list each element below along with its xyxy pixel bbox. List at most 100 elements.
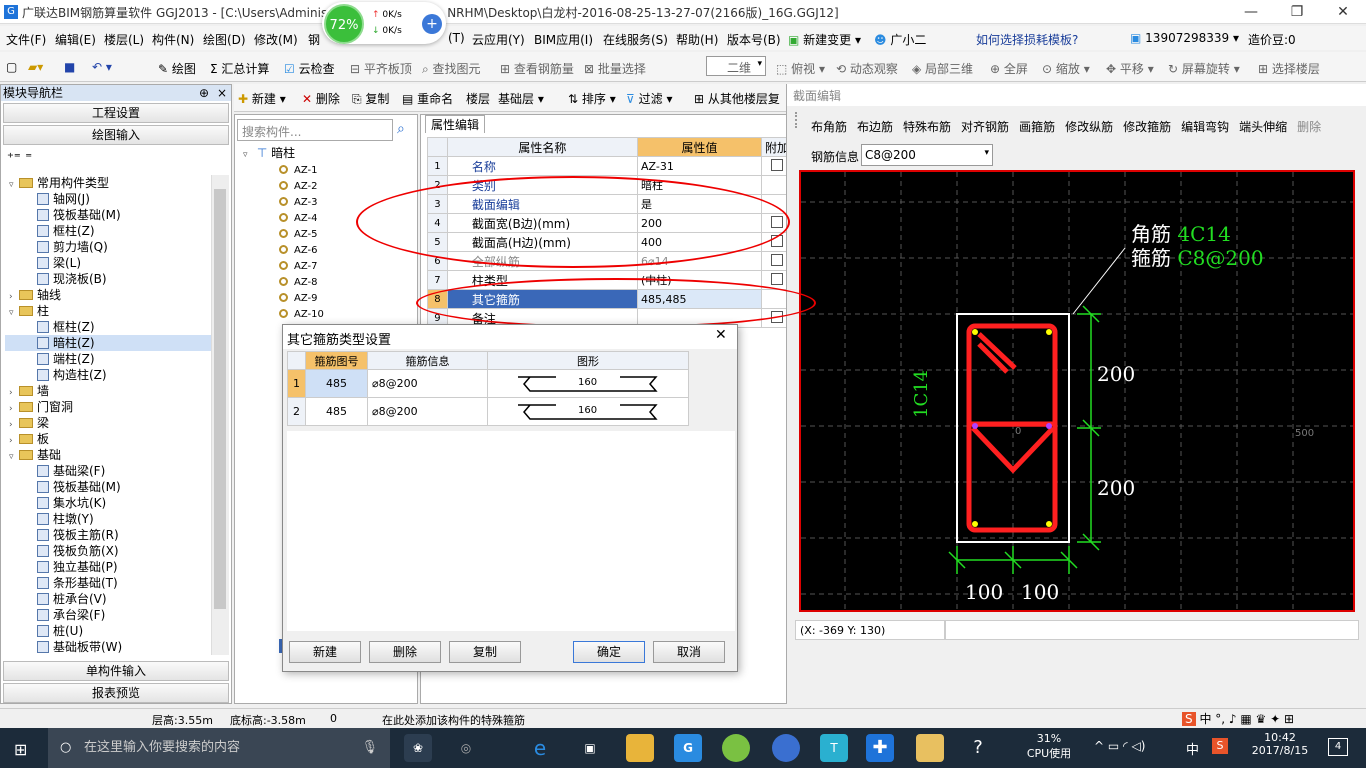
tree-leaf[interactable]: 框柱(Z) <box>5 319 211 335</box>
tip-link[interactable]: 如何选择损耗模板? <box>976 31 1078 48</box>
add-checkbox[interactable] <box>770 253 783 266</box>
app-green-icon[interactable] <box>722 734 750 762</box>
tree-folder[interactable]: › 轴线 <box>5 287 211 303</box>
rename-button[interactable]: ▤ 重命名 <box>402 90 453 107</box>
tree-leaf[interactable]: 独立基础(P) <box>5 559 211 575</box>
component-list-item[interactable]: AZ-10 <box>279 307 399 323</box>
tree-folder[interactable]: › 板 <box>5 431 211 447</box>
new-change-button[interactable]: ▣ 新建变更 ▾ <box>788 31 861 48</box>
pan-button[interactable]: ✥ 平移 ▾ <box>1106 60 1154 77</box>
view-mode-select[interactable]: 二维 ▾ <box>706 56 766 76</box>
stirrup-row[interactable]: 1 485 ⌀8@200 160 <box>287 369 689 398</box>
menu-online[interactable]: 在线服务(S) <box>603 31 668 48</box>
drawing-input-button[interactable]: 绘图输入 <box>3 125 229 145</box>
dynamic-view-button[interactable]: ⟲ 动态观察 <box>836 60 898 77</box>
dialog-close-button[interactable]: ✕ <box>715 327 727 343</box>
close-icon[interactable]: × <box>217 85 227 101</box>
sum-button[interactable]: Σ 汇总计算 <box>210 60 269 77</box>
zoom-button[interactable]: ⊙ 缩放 ▾ <box>1042 60 1090 77</box>
help-app-icon[interactable]: ? <box>964 734 992 762</box>
copy-from-floor-button[interactable]: ⊞ 从其他楼层复 <box>694 90 780 107</box>
component-list-item[interactable]: AZ-6 <box>279 243 399 259</box>
local-3d-button[interactable]: ◈ 局部三维 <box>912 60 973 77</box>
section-tool-button[interactable]: 修改纵筋 <box>1065 120 1113 134</box>
menu-draw[interactable]: 绘图(D) <box>203 31 246 48</box>
helper-button[interactable]: ☻ 广小二 <box>874 31 926 48</box>
add-checkbox[interactable] <box>770 158 783 171</box>
ime-indicator[interactable]: 中 <box>1186 739 1199 758</box>
tree-leaf[interactable]: 基础梁(F) <box>5 463 211 479</box>
open-folder-icon[interactable]: ▰▾ <box>28 60 43 74</box>
filter-button[interactable]: ⊽ 过滤 ▾ <box>626 90 672 107</box>
rotate-button[interactable]: ↻ 屏幕旋转 ▾ <box>1168 60 1240 77</box>
menu-bim[interactable]: BIM应用(I) <box>534 31 593 48</box>
explorer-icon[interactable] <box>626 734 654 762</box>
draw-button[interactable]: ✎ 绘图 <box>158 60 196 77</box>
store-icon[interactable]: ▣ <box>576 734 604 762</box>
tree-leaf[interactable]: 承台梁(F) <box>5 607 211 623</box>
menu-help[interactable]: 帮助(H) <box>676 31 718 48</box>
copy-component-button[interactable]: ⎘ 复制 <box>352 90 389 107</box>
stirrup-number[interactable]: 485 <box>305 369 368 398</box>
tree-folder[interactable]: ▿ 柱 <box>5 303 211 319</box>
list-root[interactable]: ▿ ⊤ 暗柱 <box>243 145 295 161</box>
taskbar-search[interactable]: ○ 在这里输入你要搜索的内容 🎙 <box>48 728 390 768</box>
notes-icon[interactable] <box>916 734 944 762</box>
cloud-check-button[interactable]: ☑ 云检查 <box>284 60 335 77</box>
component-list-item[interactable]: AZ-2 <box>279 179 399 195</box>
dialog-cancel-button[interactable]: 取消 <box>653 641 725 663</box>
select-floor-button[interactable]: ⊞ 选择楼层 <box>1258 60 1320 77</box>
tree-leaf[interactable]: 筏板基础(M) <box>5 207 211 223</box>
tree-leaf[interactable]: 集水坑(K) <box>5 495 211 511</box>
app-teal-icon[interactable]: T <box>820 734 848 762</box>
menu-cloud[interactable]: 云应用(Y) <box>472 31 525 48</box>
clock[interactable]: 10:42 2017/8/15 <box>1244 731 1316 757</box>
section-tool-button[interactable]: 布边筋 <box>857 120 893 134</box>
tree-leaf[interactable]: 筏板主筋(R) <box>5 527 211 543</box>
section-tool-button[interactable]: 特殊布筋 <box>903 120 951 134</box>
tree-folder[interactable]: › 门窗洞 <box>5 399 211 415</box>
tree-leaf[interactable]: 筏板基础(M) <box>5 479 211 495</box>
section-canvas[interactable]: 角筋 4C14 箍筋 C8@200 200 200 100 100 1C14 0… <box>799 170 1355 612</box>
tree-leaf[interactable]: 筏板负筋(X) <box>5 543 211 559</box>
fullscreen-button[interactable]: ⊕ 全屏 <box>990 60 1028 77</box>
section-tool-button[interactable]: 对齐钢筋 <box>961 120 1009 134</box>
app-blue-icon[interactable] <box>772 734 800 762</box>
component-list-item[interactable]: AZ-1 <box>279 163 399 179</box>
single-component-input-button[interactable]: 单构件输入 <box>3 661 229 681</box>
component-list-item[interactable]: AZ-7 <box>279 259 399 275</box>
tree-leaf[interactable]: 桩(U) <box>5 623 211 639</box>
expand-icon[interactable]: ▿ <box>9 305 19 321</box>
section-tool-button[interactable]: 端头伸缩 <box>1239 120 1287 134</box>
expand-collapse-icons[interactable]: ⁺⁼ ⁼ <box>7 151 32 166</box>
pin-icon[interactable]: ⊕ <box>199 85 209 101</box>
tree-scrollbar[interactable] <box>211 175 229 655</box>
windows-start-icon[interactable]: ⊞ <box>14 740 32 759</box>
tree-folder[interactable]: ▿ 基础 <box>5 447 211 463</box>
expand-icon[interactable]: ▿ <box>9 177 19 193</box>
property-row[interactable]: 1 名称 AZ-31 <box>427 156 794 176</box>
tree-leaf[interactable]: 端柱(Z) <box>5 351 211 367</box>
network-speed-widget[interactable]: 72% ↑ 0K/s ↓ 0K/s + <box>322 2 446 44</box>
flat-slab-button[interactable]: ⊟ 平齐板顶 <box>350 60 412 77</box>
boost-button[interactable]: + <box>422 14 442 34</box>
tree-leaf[interactable]: 暗柱(Z) <box>5 335 211 351</box>
view-rebar-button[interactable]: ⊞ 查看钢筋量 <box>500 60 574 77</box>
stirrup-row[interactable]: 2 485 ⌀8@200 160 <box>287 397 689 426</box>
section-tool-button[interactable]: 删除 <box>1297 120 1321 134</box>
dialog-new-button[interactable]: 新建 <box>289 641 361 663</box>
search-icon[interactable]: ⌕ <box>397 121 405 137</box>
tree-folder[interactable]: › 墙 <box>5 383 211 399</box>
sogou-tray-icon[interactable]: S <box>1212 738 1228 754</box>
new-component-button[interactable]: ✚ 新建 ▾ <box>238 90 286 107</box>
rebar-info-select[interactable]: C8@200 ▾ <box>861 144 993 166</box>
expand-icon[interactable]: ▿ <box>9 449 19 465</box>
minimize-button[interactable]: — <box>1228 0 1274 24</box>
account-button[interactable]: ▣ 13907298339 ▾ <box>1130 31 1239 45</box>
property-value[interactable]: AZ-31 <box>637 156 762 176</box>
notification-center-icon[interactable]: 4 <box>1328 738 1348 756</box>
section-tool-button[interactable]: 编辑弯钩 <box>1181 120 1229 134</box>
component-list-item[interactable]: AZ-9 <box>279 291 399 307</box>
search-input[interactable]: 搜索构件... <box>237 119 393 141</box>
batch-select-button[interactable]: ⊠ 批量选择 <box>584 60 646 77</box>
